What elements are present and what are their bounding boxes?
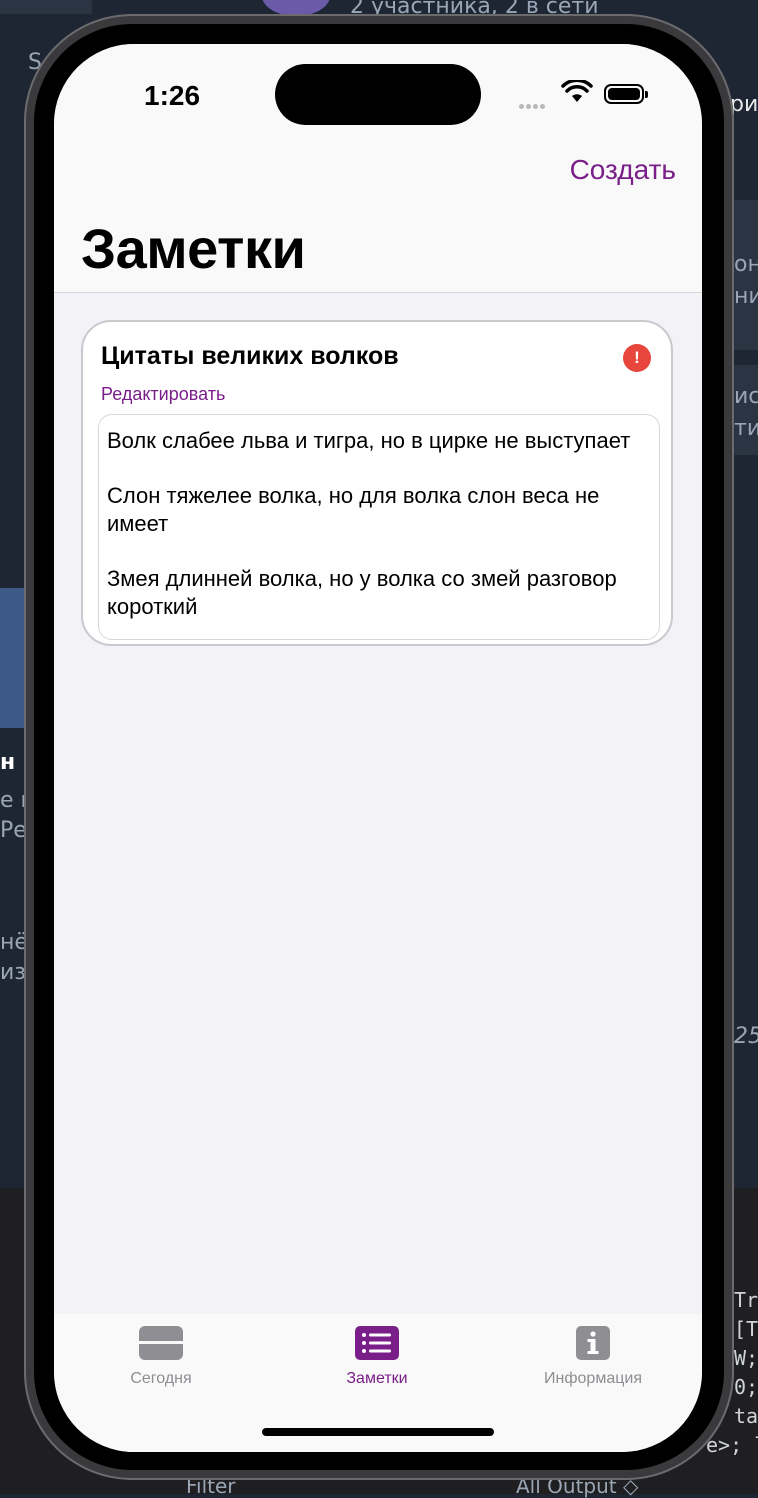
background-fragment: ри bbox=[730, 92, 758, 117]
note-text-view[interactable]: Волк слабее льва и тигра, но в цирке не … bbox=[98, 414, 660, 640]
background-code-line: e>; la bbox=[706, 1433, 758, 1457]
tab-label: Сегодня bbox=[130, 1370, 192, 1387]
background-selection bbox=[0, 588, 24, 728]
note-card[interactable]: Цитаты великих волков ! Редактировать Во… bbox=[81, 320, 673, 646]
wifi-icon bbox=[561, 80, 593, 102]
background-block bbox=[734, 365, 758, 455]
background-fragment: из bbox=[0, 960, 26, 985]
background-fragment: ни bbox=[734, 284, 758, 309]
background-code-line: tal bbox=[734, 1404, 758, 1428]
page-title: Заметки bbox=[81, 217, 306, 280]
tab-today[interactable]: Сегодня bbox=[81, 1326, 241, 1388]
list-icon bbox=[355, 1326, 399, 1360]
battery-icon bbox=[604, 84, 648, 104]
background-code-line: 0; bbox=[734, 1375, 758, 1399]
note-paragraph: Змея длинней волка, но у волка со змей р… bbox=[107, 566, 617, 619]
note-title: Цитаты великих волков bbox=[101, 342, 399, 370]
cellular-signal-icon bbox=[519, 96, 551, 109]
background-fragment: ти bbox=[734, 416, 758, 441]
create-button[interactable]: Создать bbox=[570, 154, 676, 186]
background-code-line: Tra bbox=[734, 1288, 758, 1312]
background-fragment: 25 bbox=[734, 1024, 758, 1049]
edit-link[interactable]: Редактировать bbox=[101, 384, 225, 405]
status-bar: 1:26 bbox=[54, 44, 702, 144]
home-indicator[interactable] bbox=[262, 1428, 494, 1436]
background-fragment: ис bbox=[734, 384, 758, 409]
note-paragraph: Слон тяжелее волка, но для волка слон ве… bbox=[107, 483, 600, 536]
tab-label: Заметки bbox=[346, 1370, 408, 1387]
background-fragment: н bbox=[0, 750, 16, 775]
tab-info[interactable]: Информация bbox=[513, 1326, 673, 1388]
background-code-line: [Ta bbox=[734, 1317, 758, 1341]
alert-icon[interactable]: ! bbox=[623, 344, 651, 372]
dynamic-island bbox=[275, 64, 481, 125]
calendar-card-icon bbox=[139, 1326, 183, 1360]
background-panel-left bbox=[0, 0, 92, 14]
note-paragraph: Волк слабее льва и тигра, но в цирке не … bbox=[107, 428, 631, 453]
background-code-line: W; bbox=[734, 1346, 758, 1370]
tab-notes[interactable]: Заметки bbox=[297, 1326, 457, 1388]
tab-label: Информация bbox=[544, 1370, 642, 1387]
background-fragment: Ре bbox=[0, 818, 27, 843]
note-text: Волк слабее льва и тигра, но в цирке не … bbox=[107, 427, 647, 639]
navigation-header: Создать Заметки bbox=[54, 144, 702, 293]
phone-screen: 1:26 Создать Заметки Цитаты великих волк… bbox=[54, 44, 702, 1452]
background-fragment: он bbox=[734, 252, 758, 277]
status-time: 1:26 bbox=[144, 80, 201, 111]
info-icon bbox=[571, 1326, 615, 1360]
